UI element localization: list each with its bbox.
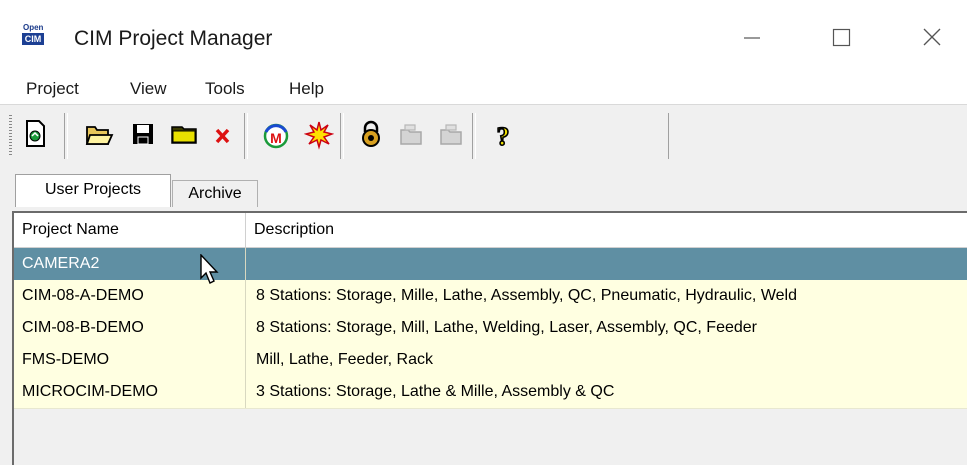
- delete-icon: [215, 128, 230, 144]
- toolbar: M ?: [0, 104, 967, 171]
- mouse-pointer-icon: [200, 254, 219, 284]
- archive-icon: [400, 124, 422, 145]
- close-icon: [923, 28, 941, 46]
- toolbar-separator: [244, 113, 248, 159]
- starburst-icon: [304, 121, 334, 150]
- open-project-button[interactable]: [84, 117, 114, 151]
- toolbar-separator: [472, 113, 476, 159]
- restore-button[interactable]: [436, 117, 466, 151]
- save-icon: [133, 124, 153, 145]
- app-icon-top-text: Open: [23, 23, 44, 32]
- open-folder-icon: [85, 126, 114, 145]
- project-list[interactable]: Project Name Description CAMERA2 CIM-08-…: [12, 211, 967, 465]
- close-button[interactable]: [908, 18, 954, 58]
- table-row[interactable]: CIM-08-A-DEMO 8 Stations: Storage, Mille…: [14, 280, 967, 313]
- menu-help[interactable]: Help: [289, 78, 324, 104]
- copy-project-icon: [171, 126, 197, 144]
- description-cell: 8 Stations: Storage, Mill, Lathe, Weldin…: [256, 319, 757, 336]
- list-header: Project Name Description: [14, 213, 967, 248]
- help-icon: ?: [496, 121, 511, 151]
- maximize-button[interactable]: [818, 18, 864, 58]
- toolbar-end-divider: [668, 113, 669, 159]
- app-icon-bottom-text: CIM: [22, 33, 44, 45]
- table-row[interactable]: CIM-08-B-DEMO 8 Stations: Storage, Mill,…: [14, 312, 967, 345]
- project-name-cell: FMS-DEMO: [14, 344, 246, 376]
- restore-icon: [440, 124, 462, 145]
- description-cell: 3 Stations: Storage, Lathe & Mille, Asse…: [256, 383, 615, 400]
- table-row[interactable]: CAMERA2: [14, 248, 967, 280]
- app-icon: Open CIM: [22, 23, 48, 47]
- description-cell: Mill, Lathe, Feeder, Rack: [256, 351, 433, 368]
- toolbar-separator: [64, 113, 68, 159]
- description-cell: 8 Stations: Storage, Mille, Lathe, Assem…: [256, 287, 797, 304]
- manager-icon: M: [263, 123, 289, 149]
- new-project-icon: [26, 120, 45, 147]
- tab-strip: User Projects Archive: [0, 170, 967, 212]
- project-name-cell: MICROCIM-DEMO: [14, 376, 246, 408]
- minimize-icon: [744, 37, 760, 39]
- lock-icon: [362, 120, 380, 147]
- new-project-button[interactable]: [20, 117, 50, 151]
- toolbar-separator: [340, 113, 344, 159]
- menu-bar: Project View Tools Help: [0, 78, 967, 104]
- title-bar[interactable]: Open CIM CIM Project Manager: [0, 0, 967, 78]
- toolbar-grip[interactable]: [9, 115, 12, 157]
- save-project-button[interactable]: [128, 117, 158, 151]
- svg-text:?: ?: [497, 122, 510, 151]
- table-row[interactable]: MICROCIM-DEMO 3 Stations: Storage, Lathe…: [14, 376, 967, 409]
- project-name-cell: CIM-08-B-DEMO: [14, 312, 246, 344]
- delete-project-button[interactable]: [208, 117, 238, 151]
- help-button[interactable]: ?: [488, 117, 518, 151]
- minimize-button[interactable]: [728, 18, 774, 58]
- window-title: CIM Project Manager: [74, 27, 273, 50]
- svg-text:M: M: [270, 130, 282, 146]
- archive-button[interactable]: [396, 117, 426, 151]
- tab-user-projects[interactable]: User Projects: [15, 174, 171, 207]
- starburst-button[interactable]: [304, 117, 334, 151]
- menu-view[interactable]: View: [130, 78, 167, 104]
- copy-project-button[interactable]: [168, 117, 198, 151]
- tab-archive[interactable]: Archive: [172, 180, 258, 207]
- column-header-description[interactable]: Description: [246, 213, 967, 247]
- maximize-icon: [832, 28, 851, 47]
- table-row[interactable]: FMS-DEMO Mill, Lathe, Feeder, Rack: [14, 344, 967, 377]
- lock-button[interactable]: [356, 117, 386, 151]
- menu-project[interactable]: Project: [26, 78, 79, 104]
- main-window: Open CIM CIM Project Manager Project Vie…: [0, 0, 967, 465]
- description-cell: [246, 248, 967, 280]
- column-header-project-name[interactable]: Project Name: [14, 213, 246, 247]
- menu-tools[interactable]: Tools: [205, 78, 245, 104]
- manager-button[interactable]: M: [260, 117, 290, 151]
